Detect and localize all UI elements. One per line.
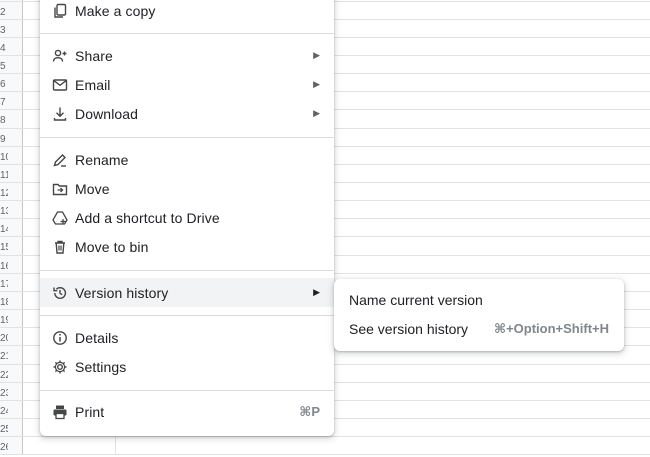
menu-item-move-to-bin[interactable]: Move to bin	[40, 232, 334, 261]
row-number[interactable]: 2	[0, 4, 8, 22]
download-icon	[51, 105, 69, 123]
print-icon	[51, 403, 69, 421]
row-gridline	[0, 454, 650, 455]
row-number[interactable]: 14	[0, 221, 8, 239]
row-number[interactable]: 10	[0, 149, 8, 167]
menu-item-add-shortcut[interactable]: Add a shortcut to Drive	[40, 203, 334, 232]
menu-item-label: Print	[75, 403, 105, 420]
trash-icon	[51, 238, 69, 256]
row-number[interactable]: 20	[0, 330, 8, 348]
row-number[interactable]: 13	[0, 203, 8, 221]
menu-item-label: Version history	[75, 284, 169, 301]
submenu-item-name-current-version[interactable]: Name current version	[334, 285, 624, 314]
submenu-item-label: See version history	[349, 320, 469, 337]
menu-separator	[40, 33, 334, 34]
menu-separator	[40, 137, 334, 138]
submenu-item-label: Name current version	[349, 291, 483, 308]
email-icon	[51, 76, 69, 94]
row-number[interactable]: 7	[0, 94, 8, 112]
rename-pen-icon	[51, 151, 69, 169]
menu-separator	[40, 315, 334, 316]
keyboard-shortcut: ⌘+Option+Shift+H	[494, 320, 609, 336]
row-number[interactable]: 18	[0, 294, 8, 312]
history-icon	[51, 284, 69, 302]
menu-item-label: Rename	[75, 151, 129, 168]
menu-item-label: Add a shortcut to Drive	[75, 209, 220, 226]
row-number[interactable]: 5	[0, 58, 8, 76]
row-number[interactable]: 3	[0, 22, 8, 40]
menu-item-download[interactable]: Download ▶	[40, 99, 334, 128]
row-number[interactable]: 26	[0, 439, 8, 457]
row-number[interactable]: 25	[0, 421, 8, 439]
row-number[interactable]: 16	[0, 258, 8, 276]
menu-item-label: Move to bin	[75, 238, 149, 255]
menu-item-print[interactable]: Print ⌘P	[40, 397, 334, 426]
row-number[interactable]: 8	[0, 112, 8, 130]
gear-icon	[51, 358, 69, 376]
submenu-arrow-icon: ▶	[313, 108, 320, 118]
menu-item-settings[interactable]: Settings	[40, 352, 334, 381]
submenu-item-see-version-history[interactable]: See version history ⌘+Option+Shift+H	[334, 314, 624, 343]
submenu-arrow-icon: ▶	[313, 50, 320, 60]
menu-item-email[interactable]: Email ▶	[40, 70, 334, 99]
info-icon	[51, 329, 69, 347]
row-number[interactable]: 9	[0, 131, 8, 149]
menu-item-label: Settings	[75, 358, 127, 375]
menu-item-details[interactable]: Details	[40, 323, 334, 352]
row-number[interactable]: 6	[0, 76, 8, 94]
row-number[interactable]: 12	[0, 185, 8, 203]
menu-item-label: Move	[75, 180, 110, 197]
row-number[interactable]: 22	[0, 367, 8, 385]
row-number[interactable]: 15	[0, 239, 8, 257]
row-number[interactable]: 11	[0, 167, 8, 185]
row-number[interactable]: 17	[0, 276, 8, 294]
menu-item-label: Email	[75, 76, 111, 93]
menu-item-label: Download	[75, 105, 139, 122]
menu-item-move[interactable]: Move	[40, 174, 334, 203]
share-person-add-icon	[51, 47, 69, 65]
submenu-arrow-icon: ▶	[313, 287, 320, 297]
menu-item-rename[interactable]: Rename	[40, 145, 334, 174]
file-menu: Make a copy Share ▶ Email ▶ Download ▶ R…	[40, 0, 334, 436]
row-number[interactable]: 24	[0, 403, 8, 421]
menu-separator	[40, 390, 334, 391]
copy-icon	[51, 2, 69, 20]
menu-item-version-history[interactable]: Version history ▶	[40, 278, 334, 307]
row-number[interactable]: 19	[0, 312, 8, 330]
menu-item-share[interactable]: Share ▶	[40, 41, 334, 70]
menu-separator	[40, 270, 334, 271]
menu-item-label: Share	[75, 47, 113, 64]
keyboard-shortcut: ⌘P	[299, 403, 320, 419]
move-folder-icon	[51, 180, 69, 198]
row-number[interactable]: 4	[0, 40, 8, 58]
menu-item-label: Make a copy	[75, 2, 156, 19]
submenu-arrow-icon: ▶	[313, 79, 320, 89]
version-history-submenu: Name current version See version history…	[334, 279, 624, 351]
menu-item-label: Details	[75, 329, 119, 346]
drive-shortcut-icon	[51, 209, 69, 227]
row-gridline	[0, 436, 650, 437]
row-number[interactable]: 23	[0, 385, 8, 403]
menu-item-make-a-copy[interactable]: Make a copy	[40, 0, 334, 25]
row-number[interactable]: 21	[0, 348, 8, 366]
